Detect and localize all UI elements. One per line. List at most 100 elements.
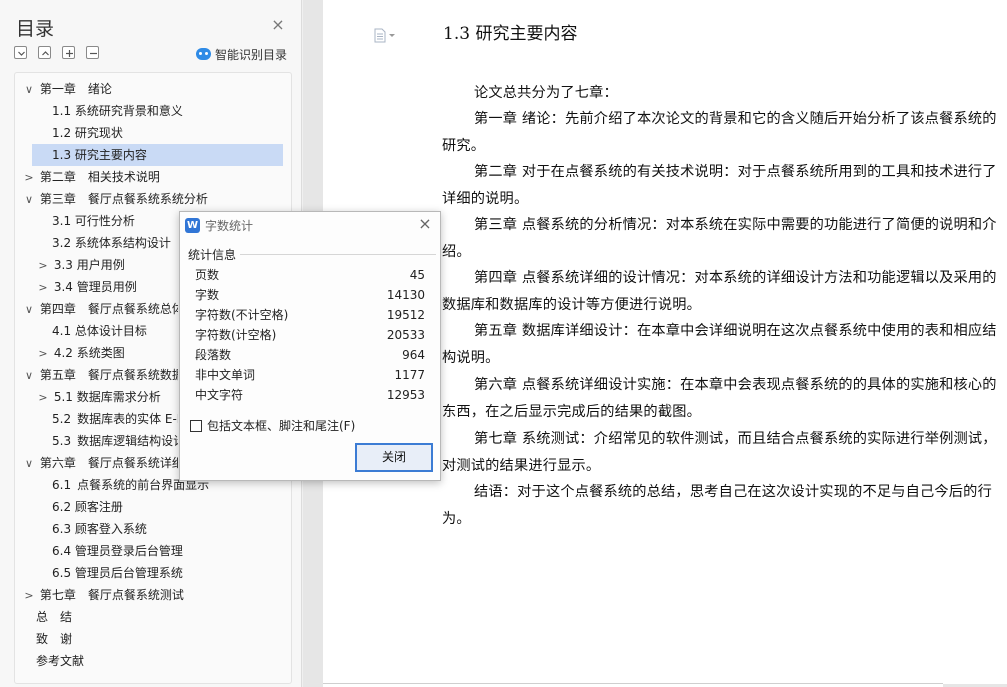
toc-item-label: 第六章 餐厅点餐系统详细 — [39, 456, 178, 470]
chevron-icon[interactable]: > — [36, 387, 50, 408]
smart-toc-button[interactable]: 智能识别目录 — [196, 46, 287, 62]
toc-item-label: 总 结 — [36, 610, 73, 624]
stat-value: 964 — [402, 348, 425, 362]
chevron-icon[interactable]: > — [36, 277, 50, 298]
smart-toc-label: 智能识别目录 — [215, 47, 288, 62]
toc-item[interactable]: > 第七章 餐厅点餐系统测试 — [22, 584, 284, 606]
toc-item-selected[interactable]: 1.3 研究主要内容 — [32, 144, 283, 166]
toc-item[interactable]: 1.1 系统研究背景和意义 — [52, 100, 284, 122]
stat-label: 字数 — [195, 288, 220, 302]
toc-item[interactable]: > 4.2 系统类图 — [36, 342, 178, 364]
chevron-icon[interactable]: > — [36, 343, 50, 364]
close-dialog-button[interactable]: 关闭 — [355, 443, 433, 472]
body-paragraph: 第七章 系统测试：介绍常见的软件测试，而且结合点餐系统的实际进行举例测试，对测试… — [442, 431, 997, 474]
toc-item[interactable]: 6.5 管理员后台管理系统 — [52, 562, 284, 584]
toc-item[interactable]: > 第二章 相关技术说明 — [22, 166, 284, 188]
stat-row: 非中文单词 1177 — [195, 365, 425, 385]
stat-value: 20533 — [386, 328, 425, 342]
add-heading-icon[interactable] — [62, 46, 75, 59]
toc-item-label: 第七章 餐厅点餐系统测试 — [39, 588, 184, 602]
toc-item-label: 3.1 可行性分析 — [52, 214, 135, 228]
toc-item-label: 1.3 研究主要内容 — [52, 148, 147, 162]
toc-item[interactable]: > 5.1 数据库需求分析 — [36, 386, 178, 408]
toc-item[interactable]: 5.3 数据库逻辑结构设计 — [52, 430, 178, 452]
toc-item-label: 第五章 餐厅点餐系统数据 — [39, 368, 178, 382]
chevron-icon[interactable]: > — [22, 585, 36, 606]
toc-item[interactable]: ∨ 第六章 餐厅点餐系统详细 — [22, 452, 178, 474]
include-textbox-footnotes-checkbox[interactable]: 包括文本框、脚注和尾注(F) — [190, 417, 355, 434]
body-paragraph: 结语：对于这个点餐系统的总结，思考自己在这次设计实现的不足与自己今后的行为。 — [442, 484, 992, 527]
stat-value: 19512 — [386, 308, 425, 322]
paragraph-menu[interactable] — [374, 28, 395, 43]
section-heading: 1.3 研究主要内容 — [443, 24, 578, 44]
body-paragraph: 论文总共分为了七章： — [474, 85, 618, 101]
close-icon[interactable]: × — [416, 215, 434, 233]
wps-writer-icon: W — [185, 218, 200, 233]
stat-row: 页数 45 — [195, 265, 425, 285]
caret-down-icon — [389, 33, 395, 37]
chevron-icon[interactable]: ∨ — [22, 453, 36, 474]
stat-value: 12953 — [386, 388, 425, 402]
toc-item[interactable]: 参考文献 — [36, 650, 284, 672]
chevron-icon[interactable]: ∨ — [22, 365, 36, 386]
toc-item-label: 第四章 餐厅点餐系统总体 — [39, 302, 178, 316]
stat-label: 非中文单词 — [195, 368, 256, 382]
stat-row: 字数 14130 — [195, 285, 425, 305]
toc-item[interactable]: > 3.3 用户用例 — [36, 254, 178, 276]
toc-item[interactable]: ∨ 第四章 餐厅点餐系统总体 — [22, 298, 178, 320]
toc-item-label: 3.3 用户用例 — [53, 258, 125, 272]
toc-item-label: 3.2 系统体系结构设计 — [52, 236, 171, 250]
toc-item-label: 5.3 数据库逻辑结构设计 — [52, 434, 178, 448]
body-paragraph: 第六章 点餐系统详细设计实施：在本章中会表现点餐系统的的具体的实施和核心的东西，… — [442, 377, 997, 420]
toc-item[interactable]: ∨ 第一章 绪论 — [22, 78, 284, 100]
close-icon[interactable]: × — [270, 17, 286, 33]
stat-value: 14130 — [386, 288, 425, 302]
expand-all-icon[interactable] — [38, 46, 51, 59]
page-edge — [323, 683, 943, 687]
toc-item[interactable]: 6.4 管理员登录后台管理 — [52, 540, 284, 562]
checkbox-box[interactable] — [190, 419, 202, 432]
chevron-icon[interactable]: > — [36, 255, 50, 276]
toc-item[interactable]: 6.3 顾客登入系统 — [52, 518, 284, 540]
stat-label: 字符数(计空格) — [195, 328, 277, 342]
stat-label: 段落数 — [195, 348, 232, 362]
toc-item[interactable]: 5.2 数据库表的实体 E-R — [52, 408, 178, 430]
toc-item-label: 6.4 管理员登录后台管理 — [52, 544, 183, 558]
toc-item[interactable]: 4.1 总体设计目标 — [52, 320, 178, 342]
toc-item-label: 3.4 管理员用例 — [53, 280, 137, 294]
body-paragraph: 第二章 对于在点餐系统的有关技术说明：对于点餐系统所用到的工具和技术进行了详细的… — [442, 164, 997, 207]
stat-value: 45 — [409, 268, 425, 282]
remove-heading-icon[interactable] — [86, 46, 99, 59]
stat-row: 字符数(计空格) 20533 — [195, 325, 425, 345]
stat-label: 字符数(不计空格) — [195, 308, 289, 322]
chevron-icon[interactable]: ∨ — [22, 299, 36, 320]
nav-title: 目录 — [16, 18, 55, 40]
dialog-title: 字数统计 — [205, 219, 254, 233]
collapse-all-icon[interactable] — [14, 46, 27, 59]
toc-item[interactable]: ∨ 第五章 餐厅点餐系统数据 — [22, 364, 178, 386]
toc-item[interactable]: 3.2 系统体系结构设计 — [52, 232, 178, 254]
body-paragraph: 第五章 数据库详细设计：在本章中会详细说明在这次点餐系统中使用的表和相应结构说明… — [442, 323, 997, 366]
toc-item[interactable]: 6.2 顾客注册 — [52, 496, 284, 518]
toc-item[interactable]: ∨ 第三章 餐厅点餐系统系统分析 — [22, 188, 284, 210]
toc-item[interactable]: > 3.4 管理员用例 — [36, 276, 178, 298]
chevron-icon[interactable]: ∨ — [22, 79, 36, 100]
toc-item-label: 5.1 数据库需求分析 — [53, 390, 161, 404]
body-paragraph: 第三章 点餐系统的分析情况：对本系统在实际中需要的功能进行了简便的说明和介绍。 — [442, 217, 997, 260]
document-icon — [374, 28, 386, 43]
stat-row: 段落数 964 — [195, 345, 425, 365]
toc-item[interactable]: 总 结 — [36, 606, 284, 628]
body-paragraph: 第一章 绪论：先前介绍了本次论文的背景和它的含义随后开始分析了该点餐系统的研究。 — [442, 111, 997, 154]
stat-label: 中文字符 — [195, 388, 244, 402]
toc-item-label: 参考文献 — [36, 654, 85, 668]
toc-item-label: 6.5 管理员后台管理系统 — [52, 566, 183, 580]
checkbox-label: 包括文本框、脚注和尾注(F) — [207, 419, 356, 433]
section-label: 统计信息 — [188, 246, 241, 263]
toc-item-label: 5.2 数据库表的实体 E-R — [52, 412, 178, 426]
stat-row: 字符数(不计空格) 19512 — [195, 305, 425, 325]
toc-item[interactable]: 3.1 可行性分析 — [52, 210, 178, 232]
chevron-icon[interactable]: > — [22, 167, 36, 188]
toc-item[interactable]: 致 谢 — [36, 628, 284, 650]
toc-item[interactable]: 1.2 研究现状 — [52, 122, 284, 144]
chevron-icon[interactable]: ∨ — [22, 189, 36, 210]
